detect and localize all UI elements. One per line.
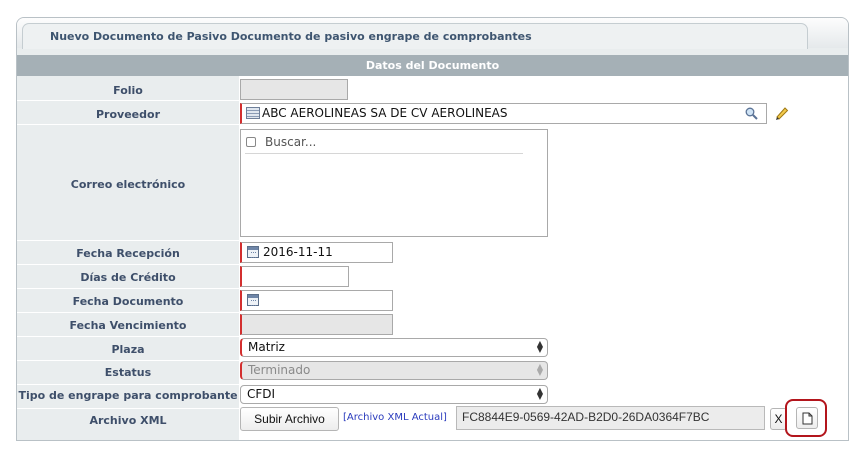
tipo-engrape-select[interactable]: CFDI ▲ ▼ [240,385,548,404]
estatus-label: Estatus [104,366,152,379]
tab-strip: Nuevo Documento de Pasivo Documento de p… [17,18,848,49]
folio-label: Folio [113,84,143,97]
tipo-engrape-label: Tipo de engrape para comprobante [18,389,238,402]
select-arrows-icon: ▲ ▼ [536,339,543,354]
proveedor-value: ABC AEROLINEAS SA DE CV AEROLINEAS [262,106,508,120]
plaza-select[interactable]: Matriz ▲ ▼ [240,338,548,357]
highlight-outline [785,399,827,437]
estatus-value: Terminado [248,363,311,377]
select-arrows-icon: ▲ ▼ [536,362,543,377]
archivo-xml-label: Archivo XML [89,414,167,427]
dias-credito-field[interactable] [240,266,349,287]
calendar-icon[interactable] [247,246,259,258]
pencil-icon[interactable] [774,105,790,121]
plaza-value: Matriz [248,340,285,354]
tab-title: Nuevo Documento de Pasivo Documento de p… [50,30,532,43]
correo-list[interactable]: Buscar... [240,129,548,237]
fecha-vencimiento-field [240,314,393,335]
row-divider [17,264,848,265]
row-divider [17,100,848,101]
fecha-recepcion-value: 2016-11-11 [263,245,333,259]
search-divider [245,153,523,154]
archivo-actual-link[interactable]: [Archivo XML Actual] [343,412,447,423]
correo-search-input[interactable]: Buscar... [265,135,316,149]
fecha-documento-label: Fecha Documento [72,295,184,308]
fecha-recepcion-field[interactable]: 2016-11-11 [240,242,393,263]
search-icon[interactable] [745,107,758,120]
archivo-actual-field: FC8844E9-0569-42AD-B2D0-26DA0364F7BC [456,406,765,430]
plaza-label: Plaza [111,343,145,356]
proveedor-field[interactable]: ABC AEROLINEAS SA DE CV AEROLINEAS [240,103,767,124]
fecha-recepcion-label: Fecha Recepción [76,247,180,260]
estatus-select: Terminado ▲ ▼ [240,361,548,380]
row-divider [17,240,848,241]
correo-label: Correo electrónico [70,178,186,191]
row-divider [17,336,848,337]
select-all-checkbox[interactable] [246,137,256,147]
fecha-vencimiento-label: Fecha Vencimiento [69,319,187,332]
row-divider [17,312,848,313]
subir-archivo-button[interactable]: Subir Archivo [240,407,339,431]
dias-credito-label: Días de Crédito [80,271,176,284]
calendar-icon[interactable] [247,294,259,306]
row-divider [17,124,848,125]
folio-field[interactable] [240,79,348,100]
row-divider [17,288,848,289]
section-header: Datos del Documento [17,55,848,76]
fecha-documento-field[interactable] [240,290,393,311]
list-icon [246,107,260,119]
select-arrows-icon: ▲ ▼ [536,386,543,401]
proveedor-label: Proveedor [96,108,160,121]
tipo-engrape-value: CFDI [247,387,276,401]
document-tab[interactable]: Nuevo Documento de Pasivo Documento de p… [22,23,808,49]
